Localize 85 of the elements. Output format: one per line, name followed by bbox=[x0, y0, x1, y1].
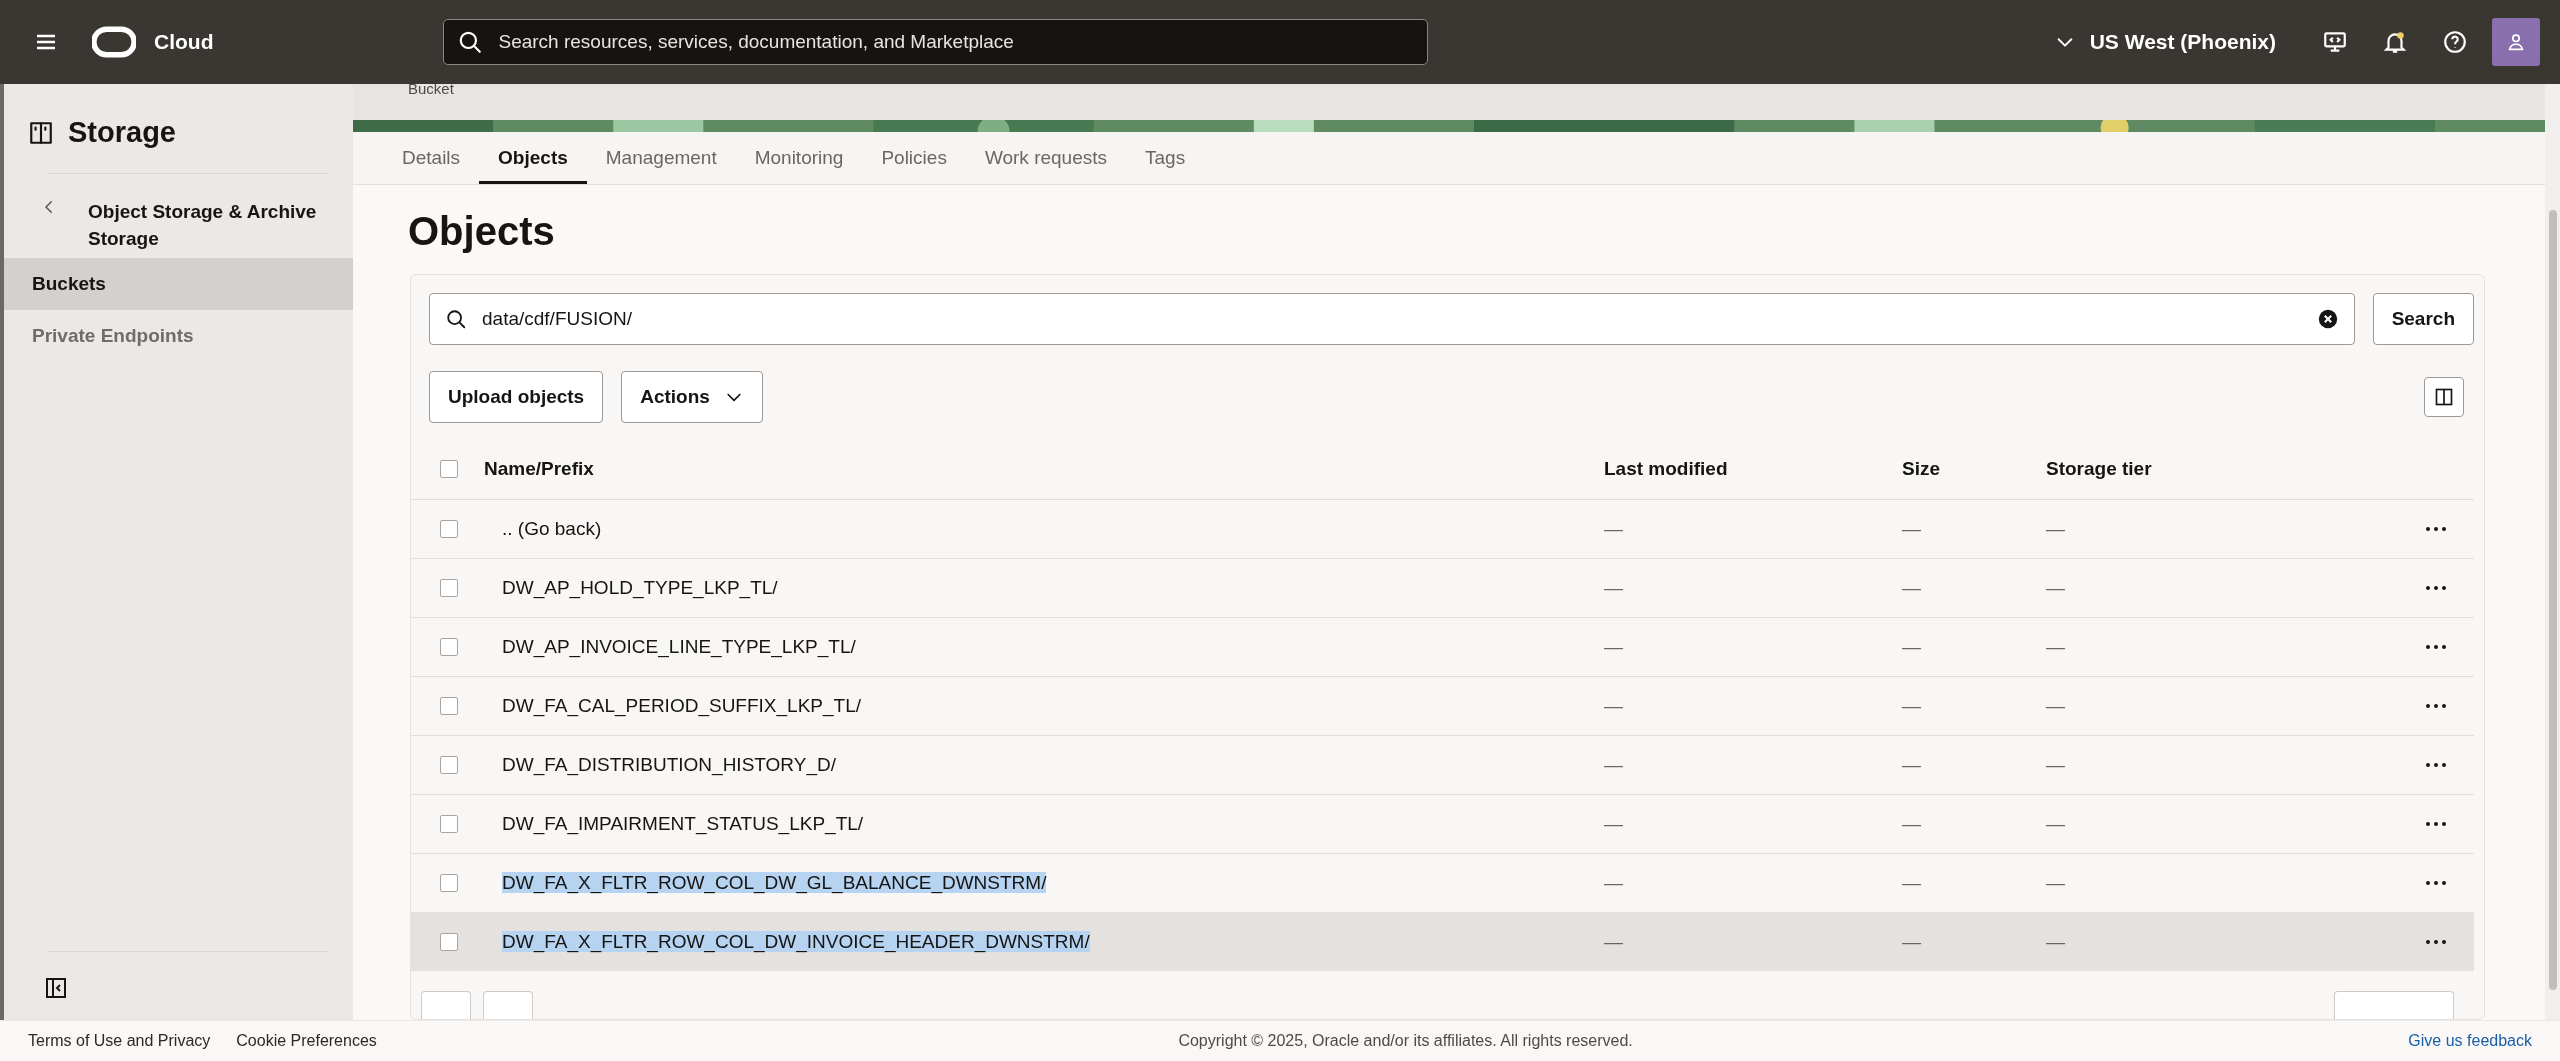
table-cell: — bbox=[1902, 872, 1921, 893]
tab[interactable]: Work requests bbox=[965, 131, 1127, 184]
tab[interactable]: Policies bbox=[862, 131, 966, 184]
table-cell: — bbox=[1604, 695, 1623, 716]
checkbox[interactable] bbox=[440, 933, 458, 951]
table-cell: — bbox=[1902, 518, 1921, 539]
more-icon[interactable] bbox=[2425, 526, 2447, 532]
table-cell: — bbox=[1604, 813, 1623, 834]
table-cell: — bbox=[2046, 813, 2065, 834]
upload-button[interactable]: Upload objects bbox=[429, 371, 604, 423]
sidebar-title: Storage bbox=[68, 116, 176, 149]
tab[interactable]: Objects bbox=[479, 131, 587, 184]
search-icon bbox=[445, 308, 467, 330]
object-name-link[interactable]: DW_FA_CAL_PERIOD_SUFFIX_LKP_TL/ bbox=[502, 695, 861, 716]
table-cell: — bbox=[1902, 636, 1921, 657]
more-icon[interactable] bbox=[2425, 703, 2447, 709]
table-cell: — bbox=[2046, 636, 2065, 657]
checkbox[interactable] bbox=[440, 697, 458, 715]
tab[interactable]: Tags bbox=[1126, 131, 1205, 184]
table-cell: — bbox=[1604, 636, 1623, 657]
object-name-link[interactable]: DW_FA_X_FLTR_ROW_COL_DW_INVOICE_HEADER_DWNSTRM/ bbox=[502, 931, 1090, 952]
more-icon[interactable] bbox=[2425, 762, 2447, 768]
object-name-link[interactable]: DW_FA_DISTRIBUTION_HISTORY_D/ bbox=[502, 754, 836, 775]
checkbox[interactable] bbox=[440, 579, 458, 597]
more-icon[interactable] bbox=[2425, 939, 2447, 945]
column-header[interactable]: Last modified bbox=[1603, 439, 1901, 500]
filter-field[interactable]: data/cdf/FUSION/ bbox=[429, 293, 2355, 345]
collapse-sidebar-icon[interactable] bbox=[44, 976, 68, 1000]
table-cell: — bbox=[2046, 872, 2065, 893]
checkbox[interactable] bbox=[440, 756, 458, 774]
checkbox[interactable] bbox=[440, 638, 458, 656]
checkbox[interactable] bbox=[440, 520, 458, 538]
object-name-link[interactable]: DW_FA_X_FLTR_ROW_COL_DW_GL_BALANCE_DWNSTRM/ bbox=[502, 872, 1047, 893]
search-button[interactable]: Search bbox=[2372, 293, 2474, 345]
table-cell: — bbox=[1902, 754, 1921, 775]
sidebar-item[interactable]: Buckets bbox=[4, 258, 353, 310]
search-field[interactable]: Search resources, services, documentation, and Marketplace bbox=[443, 19, 1429, 65]
more-icon[interactable] bbox=[2425, 585, 2447, 591]
table-cell: — bbox=[1604, 518, 1623, 539]
actions-dropdown[interactable]: Actions bbox=[621, 371, 763, 423]
search-icon bbox=[457, 29, 484, 55]
more-icon[interactable] bbox=[2425, 821, 2447, 827]
footer-link[interactable]: Cookie Preferences bbox=[236, 1032, 377, 1050]
checkbox[interactable] bbox=[440, 815, 458, 833]
back-link[interactable]: Object Storage & Archive Storage bbox=[88, 198, 328, 252]
region-selector[interactable]: US West (Phoenix) bbox=[2047, 29, 2282, 55]
checkbox[interactable] bbox=[440, 874, 458, 892]
brand-name[interactable]: Cloud bbox=[154, 30, 214, 54]
footer-link[interactable]: Terms of Use and Privacy bbox=[28, 1032, 211, 1050]
feedback-link[interactable]: Give us feedback bbox=[2408, 1032, 2532, 1050]
table-cell: — bbox=[1902, 577, 1921, 598]
table-cell: — bbox=[1604, 931, 1623, 952]
tab[interactable]: Monitoring bbox=[735, 131, 863, 184]
column-header[interactable]: Storage tier bbox=[2045, 439, 2338, 500]
copyright-text: Copyright © 2025, Oracle and/or its affiliates. All rights reserved. bbox=[1178, 1032, 1633, 1050]
table-cell: — bbox=[1604, 754, 1623, 775]
table-cell: — bbox=[1604, 577, 1623, 598]
column-header[interactable]: Size bbox=[1901, 439, 2045, 500]
table-cell: — bbox=[2046, 695, 2065, 716]
table-cell: — bbox=[1902, 813, 1921, 834]
tab[interactable]: Details bbox=[383, 131, 480, 184]
tab[interactable]: Management bbox=[586, 131, 736, 184]
breadcrumb[interactable]: Bucket bbox=[408, 84, 454, 97]
object-name-link[interactable]: DW_AP_HOLD_TYPE_LKP_TL/ bbox=[502, 577, 778, 598]
table-cell: — bbox=[1902, 695, 1921, 716]
column-layout-icon[interactable] bbox=[2424, 377, 2464, 417]
clear-icon[interactable] bbox=[2316, 308, 2339, 330]
object-name-link[interactable]: .. (Go back) bbox=[502, 518, 602, 539]
table-cell: — bbox=[1604, 872, 1623, 893]
scrollbar-thumb[interactable] bbox=[2548, 210, 2557, 990]
more-icon[interactable] bbox=[2425, 644, 2447, 650]
column-header[interactable]: Name/Prefix bbox=[483, 439, 1603, 500]
object-name-link[interactable]: DW_FA_IMPAIRMENT_STATUS_LKP_TL/ bbox=[502, 813, 864, 834]
table-cell: — bbox=[2046, 754, 2065, 775]
checkbox[interactable] bbox=[440, 460, 458, 478]
table-cell: — bbox=[2046, 518, 2065, 539]
object-name-link[interactable]: DW_AP_INVOICE_LINE_TYPE_LKP_TL/ bbox=[502, 636, 856, 657]
page-heading: Objects bbox=[408, 209, 556, 254]
storage-icon bbox=[28, 119, 54, 146]
table-cell: — bbox=[2046, 931, 2065, 952]
table-cell: — bbox=[2046, 577, 2065, 598]
table-cell: — bbox=[1902, 931, 1921, 952]
more-icon[interactable] bbox=[2425, 880, 2447, 886]
sidebar-item[interactable]: Private Endpoints bbox=[4, 310, 353, 362]
user-avatar[interactable] bbox=[2492, 18, 2540, 66]
